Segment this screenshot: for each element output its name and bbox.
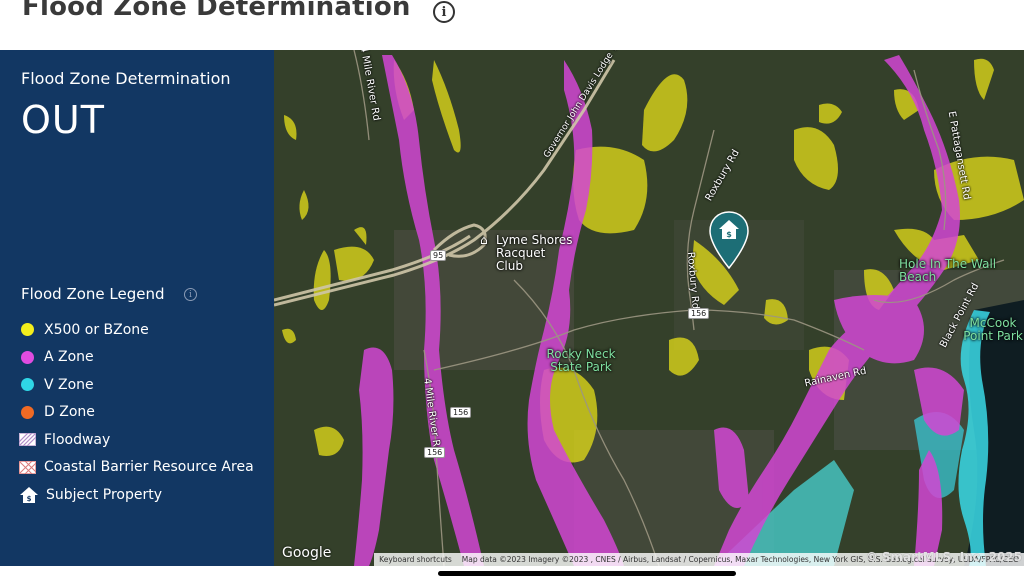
- legend-info-icon[interactable]: i: [184, 288, 197, 301]
- legend-item-floodway: Floodway: [19, 426, 254, 454]
- home-indicator[interactable]: [438, 571, 736, 576]
- poi-racquet-club[interactable]: Lyme Shores Racquet Club: [496, 234, 576, 273]
- legend-item-d-zone: D Zone: [19, 399, 254, 427]
- svg-text:$: $: [27, 495, 32, 503]
- sidebar: Flood Zone Determination OUT Flood Zone …: [0, 50, 274, 566]
- i95-shield: 95: [430, 250, 447, 261]
- legend-label: V Zone: [44, 376, 94, 393]
- legend-item-v-zone: V Zone: [19, 371, 254, 399]
- legend-list: X500 or BZone A Zone V Zone D Zone Flood…: [19, 316, 254, 509]
- route-156-shield: 156: [688, 308, 710, 319]
- poi-pin-icon: ⌂: [480, 233, 488, 247]
- legend-label: Coastal Barrier Resource Area: [44, 459, 254, 476]
- map-imagery: [274, 50, 1024, 566]
- legend-item-a-zone: A Zone: [19, 344, 254, 372]
- header: Flood Zone Determination i: [0, 0, 1024, 50]
- keyboard-shortcuts-link[interactable]: Keyboard shortcuts: [374, 555, 457, 564]
- route-156-shield: 156: [450, 407, 472, 418]
- route-156-shield: 156: [424, 447, 446, 458]
- legend-label: X500 or BZone: [44, 321, 149, 338]
- legend-item-subject: $ Subject Property: [19, 481, 254, 509]
- yellow-dot-icon: [21, 323, 34, 337]
- flood-zone-page: Flood Zone Determination i Flood Zone De…: [0, 0, 1024, 582]
- legend-label: A Zone: [44, 349, 94, 366]
- google-logo: Google: [282, 545, 332, 561]
- determination-status: OUT: [21, 98, 105, 142]
- legend-label: Subject Property: [46, 486, 163, 503]
- legend-item-cbra: Coastal Barrier Resource Area: [19, 454, 254, 482]
- cyan-dot-icon: [21, 378, 34, 392]
- legend-label: Floodway: [44, 431, 111, 448]
- svg-text:$: $: [726, 230, 732, 239]
- flood-map[interactable]: 4 Mile River Rd 4 Mile River Rd Governor…: [274, 50, 1024, 566]
- legend-title: Flood Zone Legend: [21, 285, 165, 303]
- legend-item-x500: X500 or BZone: [19, 316, 254, 344]
- watermark: © SmartMLS, Inc. 2025: [865, 550, 1022, 564]
- info-icon[interactable]: i: [433, 1, 455, 23]
- poi-mccook[interactable]: McCook Point Park: [962, 317, 1024, 343]
- subject-property-pin-icon[interactable]: $: [708, 210, 750, 270]
- cbra-hatch-icon: [19, 460, 36, 474]
- poi-hole-in-wall[interactable]: Hole In The Wall Beach: [899, 258, 1024, 284]
- poi-rocky-neck[interactable]: Rocky Neck State Park: [546, 348, 616, 374]
- determination-title: Flood Zone Determination: [21, 69, 231, 88]
- legend-label: D Zone: [44, 404, 95, 421]
- house-icon: $: [20, 486, 38, 503]
- floodway-hatch-icon: [19, 433, 36, 447]
- page-title: Flood Zone Determination: [22, 0, 411, 22]
- orange-dot-icon: [21, 405, 34, 419]
- magenta-dot-icon: [21, 350, 34, 364]
